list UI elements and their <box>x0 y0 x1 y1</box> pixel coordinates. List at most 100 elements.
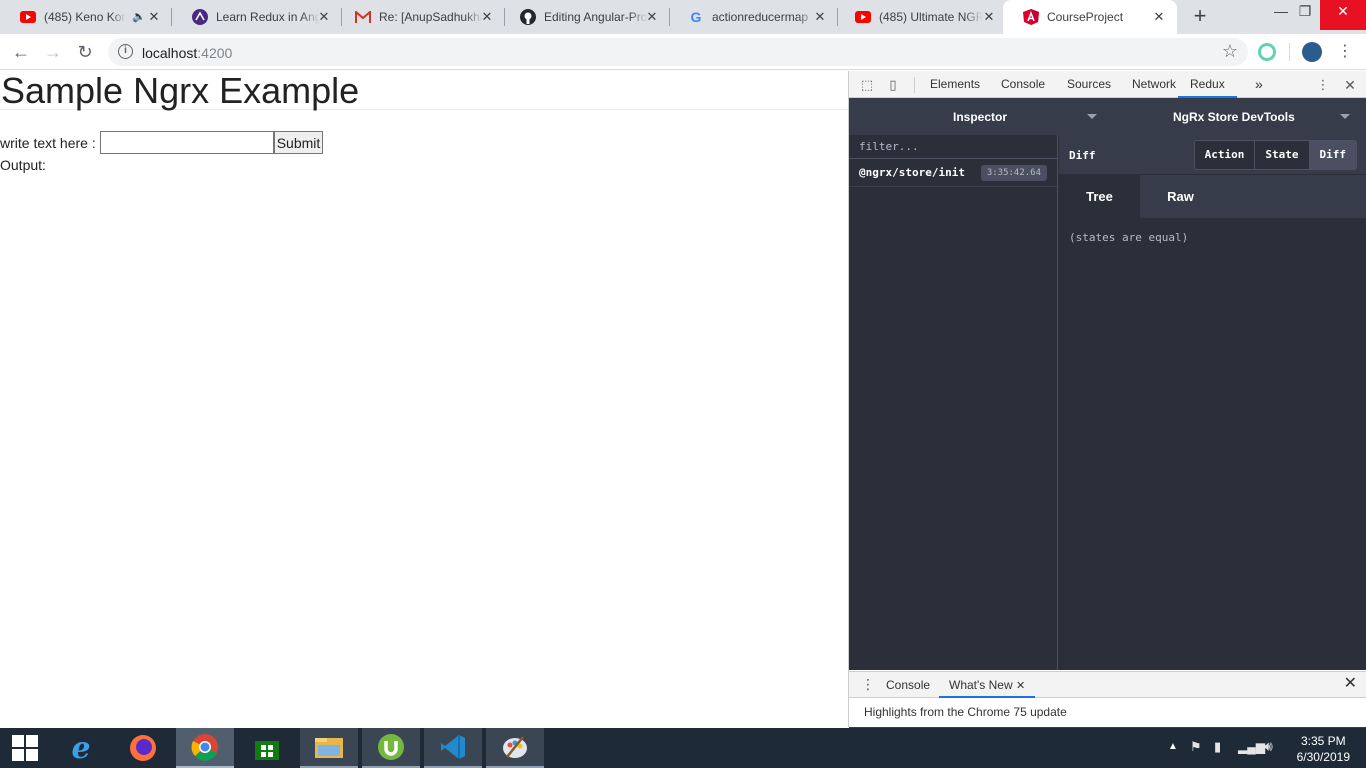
chevron-down-icon[interactable] <box>1087 114 1097 119</box>
close-tab-icon[interactable]: ✕ <box>644 9 660 25</box>
close-tab-icon[interactable]: ✕ <box>1151 9 1167 25</box>
clock-time: 3:35 PM <box>1300 734 1346 748</box>
address-bar[interactable]: i localhost:4200 ☆ <box>108 38 1248 66</box>
url-text[interactable]: localhost:4200 <box>142 45 232 61</box>
firefox-icon[interactable] <box>114 728 172 768</box>
action-list-item[interactable]: @ngrx/store/init 3:35:42.64 <box>849 159 1057 187</box>
network-signal-icon[interactable]: ▂▄▆ <box>1238 740 1265 780</box>
chrome-menu-icon[interactable]: ⋮ <box>1334 41 1356 63</box>
new-tab-button[interactable]: + <box>1189 5 1211 27</box>
browser-tab[interactable]: Learn Redux in Ang ✕ <box>172 0 342 34</box>
store-icon[interactable] <box>238 728 296 768</box>
redux-header: Inspector NgRx Store DevTools <box>849 98 1366 135</box>
action-timestamp: 3:35:42.64 <box>980 164 1047 181</box>
close-tab-icon[interactable]: ✕ <box>812 9 828 25</box>
preview-title: Diff <box>1069 149 1096 162</box>
internet-explorer-icon[interactable]: e <box>52 728 110 768</box>
reload-icon[interactable]: ↻ <box>74 41 96 63</box>
tab-strip: (485) Keno Kon 🔈 ✕ Learn Redux in Ang ✕ … <box>0 0 1366 34</box>
battery-icon[interactable]: ▮ <box>1214 739 1221 779</box>
flag-icon[interactable]: ⚑ <box>1190 739 1202 779</box>
close-tab-icon[interactable]: ✕ <box>981 9 997 25</box>
drawer-close-icon[interactable]: ✕ <box>1344 676 1357 692</box>
windows-taskbar: e ▲ ⚑ ▮ ▂▄▆ 🔊︎ 3:35 PM 6/30/2019 <box>0 728 1366 768</box>
diff-message: (states are equal) <box>1069 231 1189 244</box>
preview-tab-group: Action State Diff <box>1193 140 1357 170</box>
tab-sources[interactable]: Sources <box>1067 71 1111 98</box>
file-explorer-icon[interactable] <box>300 728 358 768</box>
windows-start-icon[interactable] <box>0 728 50 768</box>
volume-icon[interactable]: 🔊︎ <box>1264 738 1273 778</box>
action-filter-input[interactable]: filter... <box>849 135 1057 159</box>
inspect-element-icon[interactable]: ⬚ <box>859 77 875 93</box>
devtools-close-icon[interactable]: ✕ <box>1342 77 1358 93</box>
output-label: Output: <box>0 157 46 173</box>
github-icon <box>520 9 536 25</box>
browser-tab[interactable]: (485) Ultimate NGR ✕ <box>835 0 1007 34</box>
action-preview-pane: Diff Action State Diff Tree Raw (states … <box>1059 135 1366 670</box>
devtools-menu-icon[interactable]: ⋮ <box>1315 77 1331 93</box>
clock-date: 6/30/2019 <box>1296 750 1350 764</box>
vscode-icon[interactable] <box>424 728 482 768</box>
info-icon[interactable]: i <box>118 44 133 59</box>
tab-title: (485) Ultimate NGR <box>879 10 983 24</box>
chrome-icon[interactable] <box>176 728 234 768</box>
text-form: write text here : Submit <box>0 131 324 154</box>
tab-tree[interactable]: Tree <box>1059 175 1140 218</box>
gmail-icon <box>355 9 371 25</box>
tab-console[interactable]: Console <box>1001 71 1045 98</box>
window-close-button[interactable]: ✕ <box>1320 0 1366 30</box>
drawer-tab-console[interactable]: Console <box>886 672 930 698</box>
restore-button[interactable]: ❐ <box>1288 0 1322 30</box>
devtools-drawer: ⋮ Console What's New ✕ ✕ Highlights from… <box>849 671 1366 727</box>
tab-title: Learn Redux in Ang <box>216 10 320 24</box>
redux-devtools: Inspector NgRx Store DevTools filter... … <box>849 98 1366 728</box>
whats-new-text: Highlights from the Chrome 75 update <box>864 705 1067 719</box>
tab-raw[interactable]: Raw <box>1140 175 1221 218</box>
devtools-tabbar: ⬚ ▯ Elements Console Sources Network Red… <box>849 71 1366 98</box>
view-tabs: Tree Raw <box>1059 175 1366 218</box>
forward-icon[interactable]: → <box>42 41 64 63</box>
chevron-down-icon[interactable] <box>1340 114 1350 119</box>
browser-tab-active[interactable]: CourseProject ✕ <box>1003 0 1177 34</box>
tab-redux[interactable]: Redux <box>1178 71 1237 98</box>
drawer-menu-icon[interactable]: ⋮ <box>861 677 875 691</box>
close-tab-icon[interactable]: ✕ <box>146 9 162 25</box>
extension-icon[interactable] <box>1258 43 1276 61</box>
browser-tab[interactable]: (485) Keno Kon 🔈 ✕ <box>0 0 172 34</box>
tab-elements[interactable]: Elements <box>930 71 980 98</box>
taskbar-clock[interactable]: 3:35 PM 6/30/2019 <box>1297 733 1350 765</box>
instance-select[interactable]: NgRx Store DevTools <box>1173 110 1295 124</box>
more-tabs-icon[interactable]: » <box>1255 71 1263 98</box>
browser-tab[interactable]: G actionreducermap ✕ <box>668 0 838 34</box>
tab-title: Editing Angular-Pro <box>544 10 648 24</box>
youtube-icon <box>855 9 871 25</box>
browser-tab[interactable]: Editing Angular-Pro ✕ <box>500 0 670 34</box>
drawer-tab-whats-new[interactable]: What's New ✕ <box>939 672 1036 698</box>
app-page: Sample Ngrx Example write text here : Su… <box>0 71 848 727</box>
page-title: Sample Ngrx Example <box>0 71 848 111</box>
tab-action[interactable]: Action <box>1194 141 1255 169</box>
drawer-tabbar: ⋮ Console What's New ✕ ✕ <box>849 672 1366 698</box>
course-icon <box>192 9 208 25</box>
back-icon[interactable]: ← <box>10 41 32 63</box>
device-toolbar-icon[interactable]: ▯ <box>885 77 901 93</box>
close-tab-icon[interactable]: ✕ <box>479 9 495 25</box>
paint-icon[interactable] <box>486 728 544 768</box>
action-list-pane: filter... @ngrx/store/init 3:35:42.64 <box>849 135 1058 670</box>
bookmark-star-icon[interactable]: ☆ <box>1222 41 1238 62</box>
tab-network[interactable]: Network <box>1132 71 1176 98</box>
utorrent-icon[interactable] <box>362 728 420 768</box>
close-tab-icon[interactable]: ✕ <box>1016 680 1025 692</box>
speaker-icon[interactable]: 🔈 <box>132 10 146 23</box>
close-tab-icon[interactable]: ✕ <box>316 9 332 25</box>
browser-tab[interactable]: Re: [AnupSadhukha ✕ <box>335 0 505 34</box>
submit-button[interactable]: Submit <box>273 131 324 154</box>
angular-icon <box>1023 9 1039 25</box>
text-input[interactable] <box>99 131 274 154</box>
monitor-select[interactable]: Inspector <box>953 110 1007 124</box>
tab-diff[interactable]: Diff <box>1308 141 1356 169</box>
profile-avatar[interactable] <box>1302 42 1322 62</box>
tray-expand-icon[interactable]: ▲ <box>1168 741 1178 781</box>
tab-state[interactable]: State <box>1254 141 1309 169</box>
